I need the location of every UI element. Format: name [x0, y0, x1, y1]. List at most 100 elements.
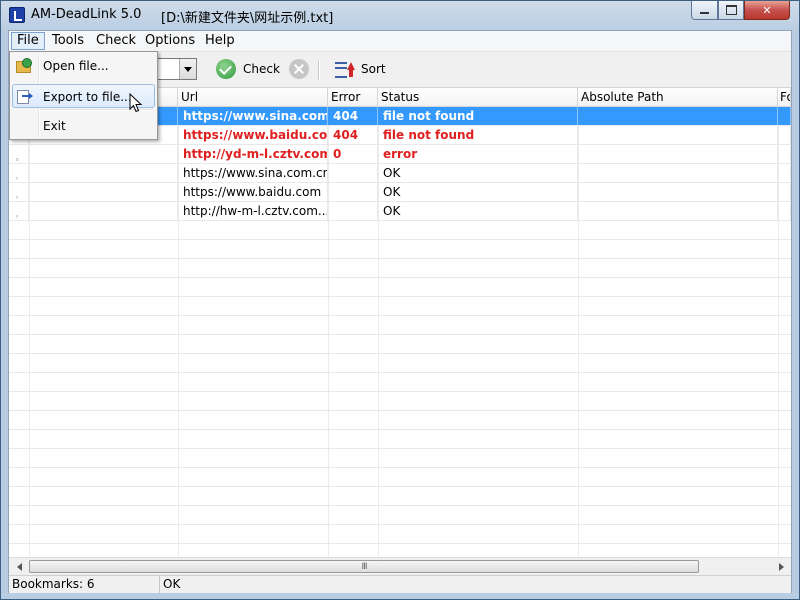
- status-cell: OK: [378, 202, 578, 220]
- error-cell: 404: [328, 107, 378, 125]
- column-header-status[interactable]: Status: [378, 88, 578, 107]
- status-cell: file not found: [378, 107, 578, 125]
- column-header-absolute-path[interactable]: Absolute Path: [578, 88, 778, 107]
- status-cell: OK: [378, 164, 578, 182]
- empty-row: [9, 240, 791, 259]
- row-marker: ◦: [9, 183, 29, 201]
- menu-item-open-file-label: Open file...: [43, 59, 109, 73]
- url-cell: http://yd-m-l.cztv.com...: [178, 145, 328, 163]
- bookmarks-count: Bookmarks: 6: [9, 576, 160, 593]
- mode-combobox[interactable]: [157, 58, 197, 80]
- row-bullet-icon: ◦: [15, 156, 20, 163]
- stop-icon: [289, 59, 309, 79]
- sort-button[interactable]: Sort: [335, 58, 386, 80]
- status-text: OK: [163, 577, 181, 591]
- empty-row: [9, 259, 791, 278]
- absolute-path-cell: [578, 202, 778, 220]
- empty-row: [9, 316, 791, 335]
- sort-icon: [335, 60, 355, 78]
- empty-row: [9, 392, 791, 411]
- title-bar[interactable]: AM-DeadLink 5.0 [D:\新建文件夹\网址示例.txt] ✕: [1, 1, 799, 29]
- table-row[interactable]: ◦ http://yd-m-l.cztv.com...0error: [9, 145, 791, 164]
- empty-row: [9, 297, 791, 316]
- row-marker: ◦: [9, 202, 29, 220]
- close-button[interactable]: ✕: [744, 1, 790, 20]
- column-header-url[interactable]: Url: [178, 88, 328, 107]
- url-cell: https://www.sina.com....: [178, 107, 328, 125]
- app-window: AM-DeadLink 5.0 [D:\新建文件夹\网址示例.txt] ✕ Fi…: [0, 0, 800, 600]
- row-bullet-icon: ◦: [15, 194, 20, 201]
- row-blank-cell: [29, 145, 178, 163]
- url-cell: https://www.baidu.co...: [178, 126, 328, 144]
- column-header-fo[interactable]: Fo: [778, 88, 791, 107]
- app-icon: [9, 7, 25, 23]
- empty-row: [9, 430, 791, 449]
- scroll-right-icon[interactable]: [773, 559, 789, 574]
- empty-row: [9, 335, 791, 354]
- absolute-path-cell: [578, 164, 778, 182]
- error-cell: 0: [328, 145, 378, 163]
- minimize-icon: [700, 12, 709, 14]
- error-cell: [328, 202, 378, 220]
- fo-cell: [778, 183, 791, 201]
- error-cell: [328, 183, 378, 201]
- check-circle-icon: [216, 59, 236, 79]
- row-bullet-icon: ◦: [15, 175, 20, 182]
- fo-cell: [778, 202, 791, 220]
- status-cell: OK: [378, 183, 578, 201]
- row-marker: ◦: [9, 164, 29, 182]
- empty-row: [9, 373, 791, 392]
- row-bullet-icon: ◦: [15, 213, 20, 220]
- menu-options[interactable]: Options: [140, 33, 200, 49]
- error-cell: [328, 164, 378, 182]
- horizontal-scrollbar[interactable]: III: [9, 557, 791, 575]
- absolute-path-cell: [578, 107, 778, 125]
- fo-cell: [778, 145, 791, 163]
- empty-row: [9, 278, 791, 297]
- row-blank-cell: [29, 164, 178, 182]
- menu-tools[interactable]: Tools: [47, 33, 89, 49]
- open-folder-icon: [16, 58, 32, 73]
- status-cell: error: [378, 145, 578, 163]
- absolute-path-cell: [578, 183, 778, 201]
- export-icon: [17, 90, 33, 104]
- scroll-left-icon[interactable]: [11, 559, 27, 574]
- menu-item-open-file[interactable]: Open file...: [12, 54, 155, 78]
- toolbar-separator: [318, 60, 320, 80]
- row-blank-cell: [29, 202, 178, 220]
- grip-icon: III: [361, 561, 368, 572]
- menu-item-exit[interactable]: Exit: [12, 114, 155, 138]
- table-row[interactable]: ◦ http://hw-m-l.cztv.com... OK: [9, 202, 791, 221]
- empty-row: [9, 506, 791, 525]
- table-row[interactable]: ◦ https://www.sina.com.cn OK: [9, 164, 791, 183]
- status-cell: file not found: [378, 126, 578, 144]
- check-button-label: Check: [243, 62, 280, 76]
- app-title: AM-DeadLink 5.0: [31, 7, 142, 22]
- results-table[interactable]: Url Error Status Absolute Path Fo https:…: [9, 88, 791, 557]
- scrollbar-thumb[interactable]: III: [29, 560, 699, 573]
- sort-button-label: Sort: [361, 62, 386, 76]
- table-row[interactable]: ◦ https://www.baidu.com OK: [9, 183, 791, 202]
- chevron-down-icon[interactable]: [179, 59, 196, 79]
- status-bar: Bookmarks: 6 OK: [9, 575, 791, 593]
- close-icon: ✕: [762, 3, 772, 17]
- minimize-button[interactable]: [691, 1, 718, 20]
- column-header-error[interactable]: Error: [328, 88, 378, 107]
- maximize-button[interactable]: [718, 1, 744, 20]
- empty-row: [9, 449, 791, 468]
- maximize-icon: [725, 5, 737, 15]
- check-button[interactable]: Check: [216, 58, 280, 80]
- row-blank-cell: [29, 183, 178, 201]
- fo-cell: [778, 107, 791, 125]
- absolute-path-cell: [578, 145, 778, 163]
- menu-help[interactable]: Help: [200, 33, 240, 49]
- fo-cell: [778, 126, 791, 144]
- empty-row: [9, 525, 791, 544]
- menu-bar: File Tools Check Options Help: [9, 31, 791, 52]
- empty-row: [9, 411, 791, 430]
- empty-row: [9, 221, 791, 240]
- menu-check[interactable]: Check: [91, 33, 141, 49]
- menu-file[interactable]: File: [11, 32, 45, 50]
- fo-cell: [778, 164, 791, 182]
- stop-button[interactable]: [289, 58, 309, 80]
